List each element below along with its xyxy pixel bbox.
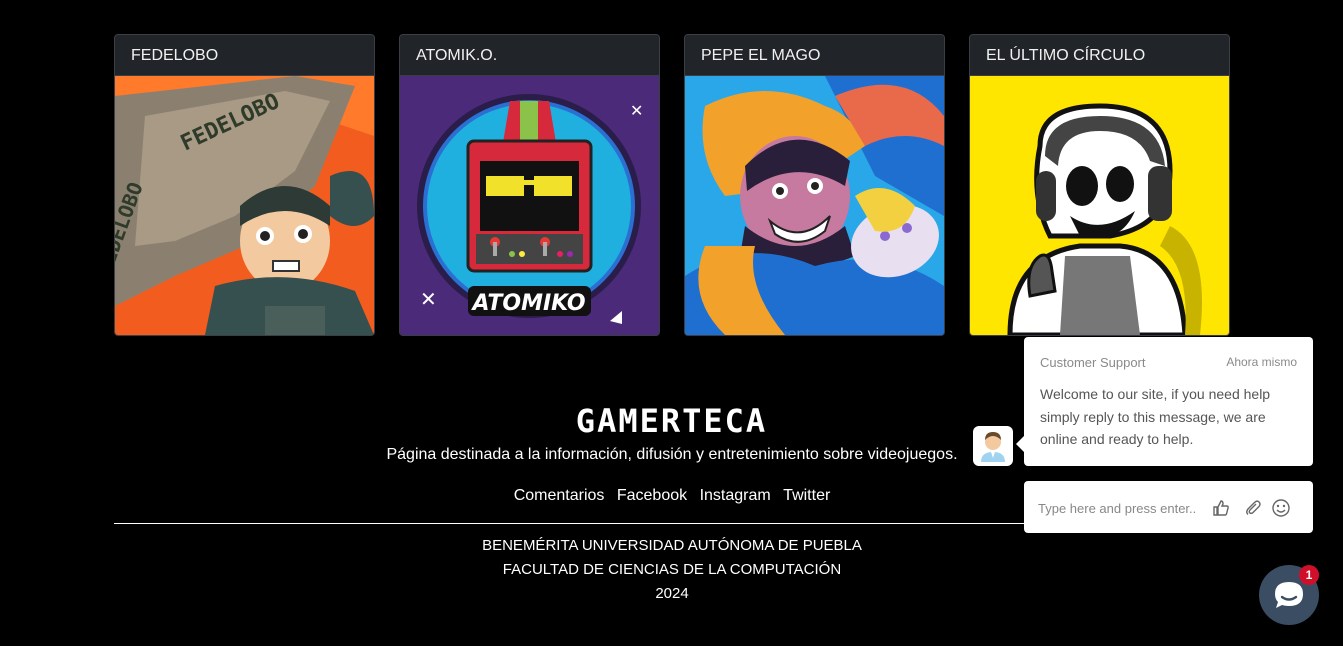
faculty-name: FACULTAD DE CIENCIAS DE LA COMPUTACIÓN [502, 561, 842, 578]
card-image-el-ultimo-circulo[interactable] [970, 76, 1229, 335]
card-atomiko[interactable]: ATOMIK.O. ATOMIKO ✕ ✕ [399, 34, 660, 336]
card-title: EL ÚLTIMO CÍRCULO [970, 35, 1229, 76]
card-image-pepe-el-mago[interactable] [685, 76, 944, 335]
message-time: Ahora mismo [1226, 355, 1297, 369]
card-title: PEPE EL MAGO [685, 35, 944, 76]
streamer-cards: FEDELOBO FEDELOBO FEDELOBO ATOMIK.O. ATO… [114, 34, 1230, 336]
thumbs-up-icon[interactable] [1211, 498, 1231, 518]
university-name: BENEMÉRITA UNIVERSIDAD AUTÓNOMA DE PUEBL… [482, 537, 862, 554]
copyright-year: 2024 [655, 585, 689, 602]
card-image-atomiko[interactable]: ATOMIKO ✕ ✕ [400, 76, 659, 335]
card-image-fedelobo[interactable]: FEDELOBO FEDELOBO [115, 76, 374, 335]
unread-badge: 1 [1299, 565, 1319, 585]
card-title: ATOMIK.O. [400, 35, 659, 76]
chat-input[interactable] [1036, 495, 1210, 521]
agent-avatar [973, 426, 1013, 466]
chat-input-box [1024, 481, 1313, 533]
link-twitter[interactable]: Twitter [783, 487, 830, 504]
card-el-ultimo-circulo[interactable]: EL ÚLTIMO CÍRCULO [969, 34, 1230, 336]
card-pepe-el-mago[interactable]: PEPE EL MAGO [684, 34, 945, 336]
svg-text:ATOMIKO: ATOMIKO [470, 291, 585, 316]
paperclip-icon[interactable] [1243, 498, 1263, 518]
agent-name: Customer Support [1040, 355, 1146, 370]
smiley-icon[interactable] [1271, 498, 1291, 518]
card-fedelobo[interactable]: FEDELOBO FEDELOBO FEDELOBO [114, 34, 375, 336]
link-instagram[interactable]: Instagram [700, 487, 771, 504]
chat-message-text: Welcome to our site, if you need help si… [1040, 386, 1271, 447]
chat-message-bubble: Customer Support Ahora mismo Welcome to … [1016, 337, 1313, 466]
svg-text:✕: ✕ [420, 287, 437, 311]
link-comentarios[interactable]: Comentarios [514, 487, 605, 504]
svg-text:✕: ✕ [630, 101, 643, 120]
card-title: FEDELOBO [115, 35, 374, 76]
link-facebook[interactable]: Facebook [617, 487, 687, 504]
